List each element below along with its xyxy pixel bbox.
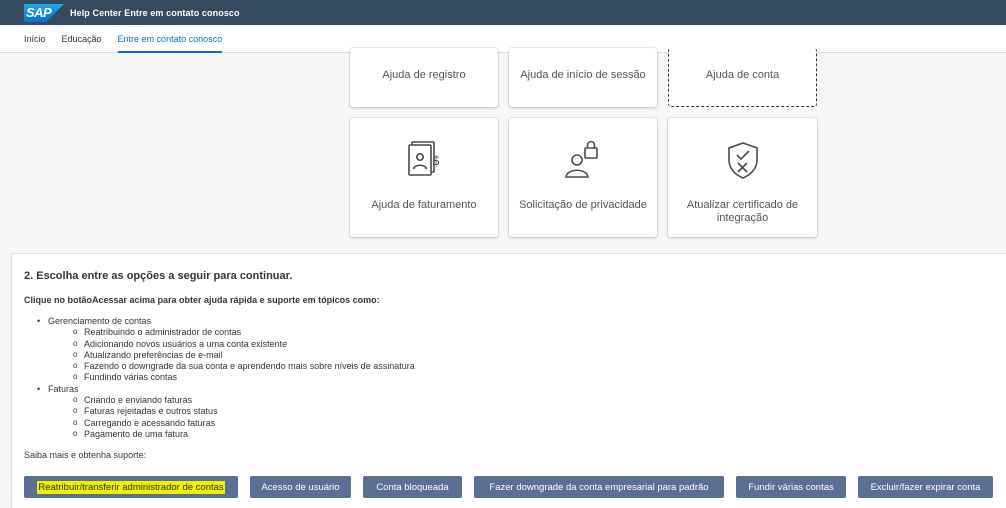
- delete-expire-account-button[interactable]: Excluir/fazer expirar conta: [858, 476, 993, 498]
- sap-logo[interactable]: SAP: [24, 3, 64, 22]
- list-item: Faturas Criando e enviando faturas Fatur…: [37, 384, 415, 440]
- invoice-dollar-icon: $: [402, 138, 446, 182]
- list-item: Fundindo várias contas: [73, 371, 415, 383]
- reassign-admin-button[interactable]: Reatribuir/transferir administrador de c…: [24, 476, 238, 498]
- list-item: Fazendo o downgrade da sua conta e apren…: [73, 360, 415, 372]
- list-item: Criando e enviando faturas: [73, 394, 415, 406]
- topics-list: Gerenciamento de contas Reatribuindo o a…: [37, 316, 415, 440]
- shell-bar: SAP Help Center Entre em contato conosco: [0, 0, 1006, 25]
- user-lock-icon: [561, 138, 605, 182]
- tab-entre-em-contato[interactable]: Entre em contato conosco: [117, 25, 222, 53]
- sap-logo-text: SAP: [26, 4, 52, 20]
- section-heading: 2. Escolha entre as opções a seguir para…: [24, 270, 293, 282]
- tile-solicitacao-privacidade[interactable]: Solicitação de privacidade: [509, 118, 657, 237]
- sub-navigation: Início Educação Entre em contato conosco: [0, 25, 1006, 53]
- list-item: Reatribuindo o administrador de contas: [73, 326, 415, 338]
- list-item: Gerenciamento de contas Reatribuindo o a…: [37, 316, 415, 384]
- button-label: Fazer downgrade da conta empresarial par…: [489, 481, 709, 493]
- topic-sublist: Criando e enviando faturas Faturas rejei…: [48, 394, 415, 440]
- list-item: Pagamento de uma fatura: [73, 428, 415, 440]
- more-support-label: Saiba mais e obtenha suporte:: [24, 450, 147, 460]
- shell-title: Help Center Entre em contato conosco: [70, 7, 240, 18]
- user-access-button[interactable]: Acesso de usuário: [250, 476, 351, 498]
- button-label: Excluir/fazer expirar conta: [870, 481, 981, 493]
- tile-label: Ajuda de faturamento: [371, 199, 477, 211]
- tile-label: Solicitação de privacidade: [519, 199, 647, 211]
- tile-ajuda-inicio-sessao[interactable]: Ajuda de início de sessão: [509, 48, 657, 107]
- tab-inicio[interactable]: Início: [24, 25, 46, 53]
- button-label: Conta bloqueada: [376, 481, 449, 493]
- section-intro: Clique no botãoAcessar acima para obter …: [24, 295, 380, 305]
- shield-x-icon: [721, 138, 765, 182]
- button-label: Acesso de usuário: [261, 481, 340, 493]
- tile-label: Ajuda de registro: [382, 69, 466, 81]
- tile-label: Atualizar certificado de integração: [686, 199, 799, 224]
- tile-atualizar-certificado[interactable]: Atualizar certificado de integração: [668, 118, 817, 237]
- tile-label: Ajuda de início de sessão: [520, 69, 646, 81]
- topic-sublist: Reatribuindo o administrador de contas A…: [48, 326, 415, 383]
- account-locked-button[interactable]: Conta bloqueada: [363, 476, 462, 498]
- tile-ajuda-faturamento[interactable]: $ Ajuda de faturamento: [350, 118, 498, 237]
- merge-accounts-button[interactable]: Fundir várias contas: [736, 476, 846, 498]
- support-buttons: Reatribuir/transferir administrador de c…: [24, 476, 993, 498]
- tile-ajuda-registro[interactable]: Ajuda de registro: [350, 48, 498, 107]
- tab-educacao[interactable]: Educação: [62, 25, 102, 53]
- tile-ajuda-conta[interactable]: Ajuda de conta: [668, 48, 817, 107]
- list-item: Carregando e acessando faturas: [73, 417, 415, 429]
- topic-group-label: Gerenciamento de contas: [48, 316, 152, 326]
- button-label: Reatribuir/transferir administrador de c…: [37, 480, 225, 494]
- button-label: Fundir várias contas: [748, 481, 834, 493]
- downgrade-account-button[interactable]: Fazer downgrade da conta empresarial par…: [474, 476, 724, 498]
- list-item: Adicionando novos usuários a uma conta e…: [73, 338, 415, 350]
- svg-text:$: $: [432, 154, 440, 169]
- tile-label: Ajuda de conta: [705, 69, 780, 81]
- list-item: Atualizando preferências de e-mail: [73, 349, 415, 361]
- options-section: 2. Escolha entre as opções a seguir para…: [12, 254, 1006, 508]
- topic-group-label: Faturas: [48, 383, 79, 394]
- list-item: Faturas rejeitadas e outros status: [73, 405, 415, 417]
